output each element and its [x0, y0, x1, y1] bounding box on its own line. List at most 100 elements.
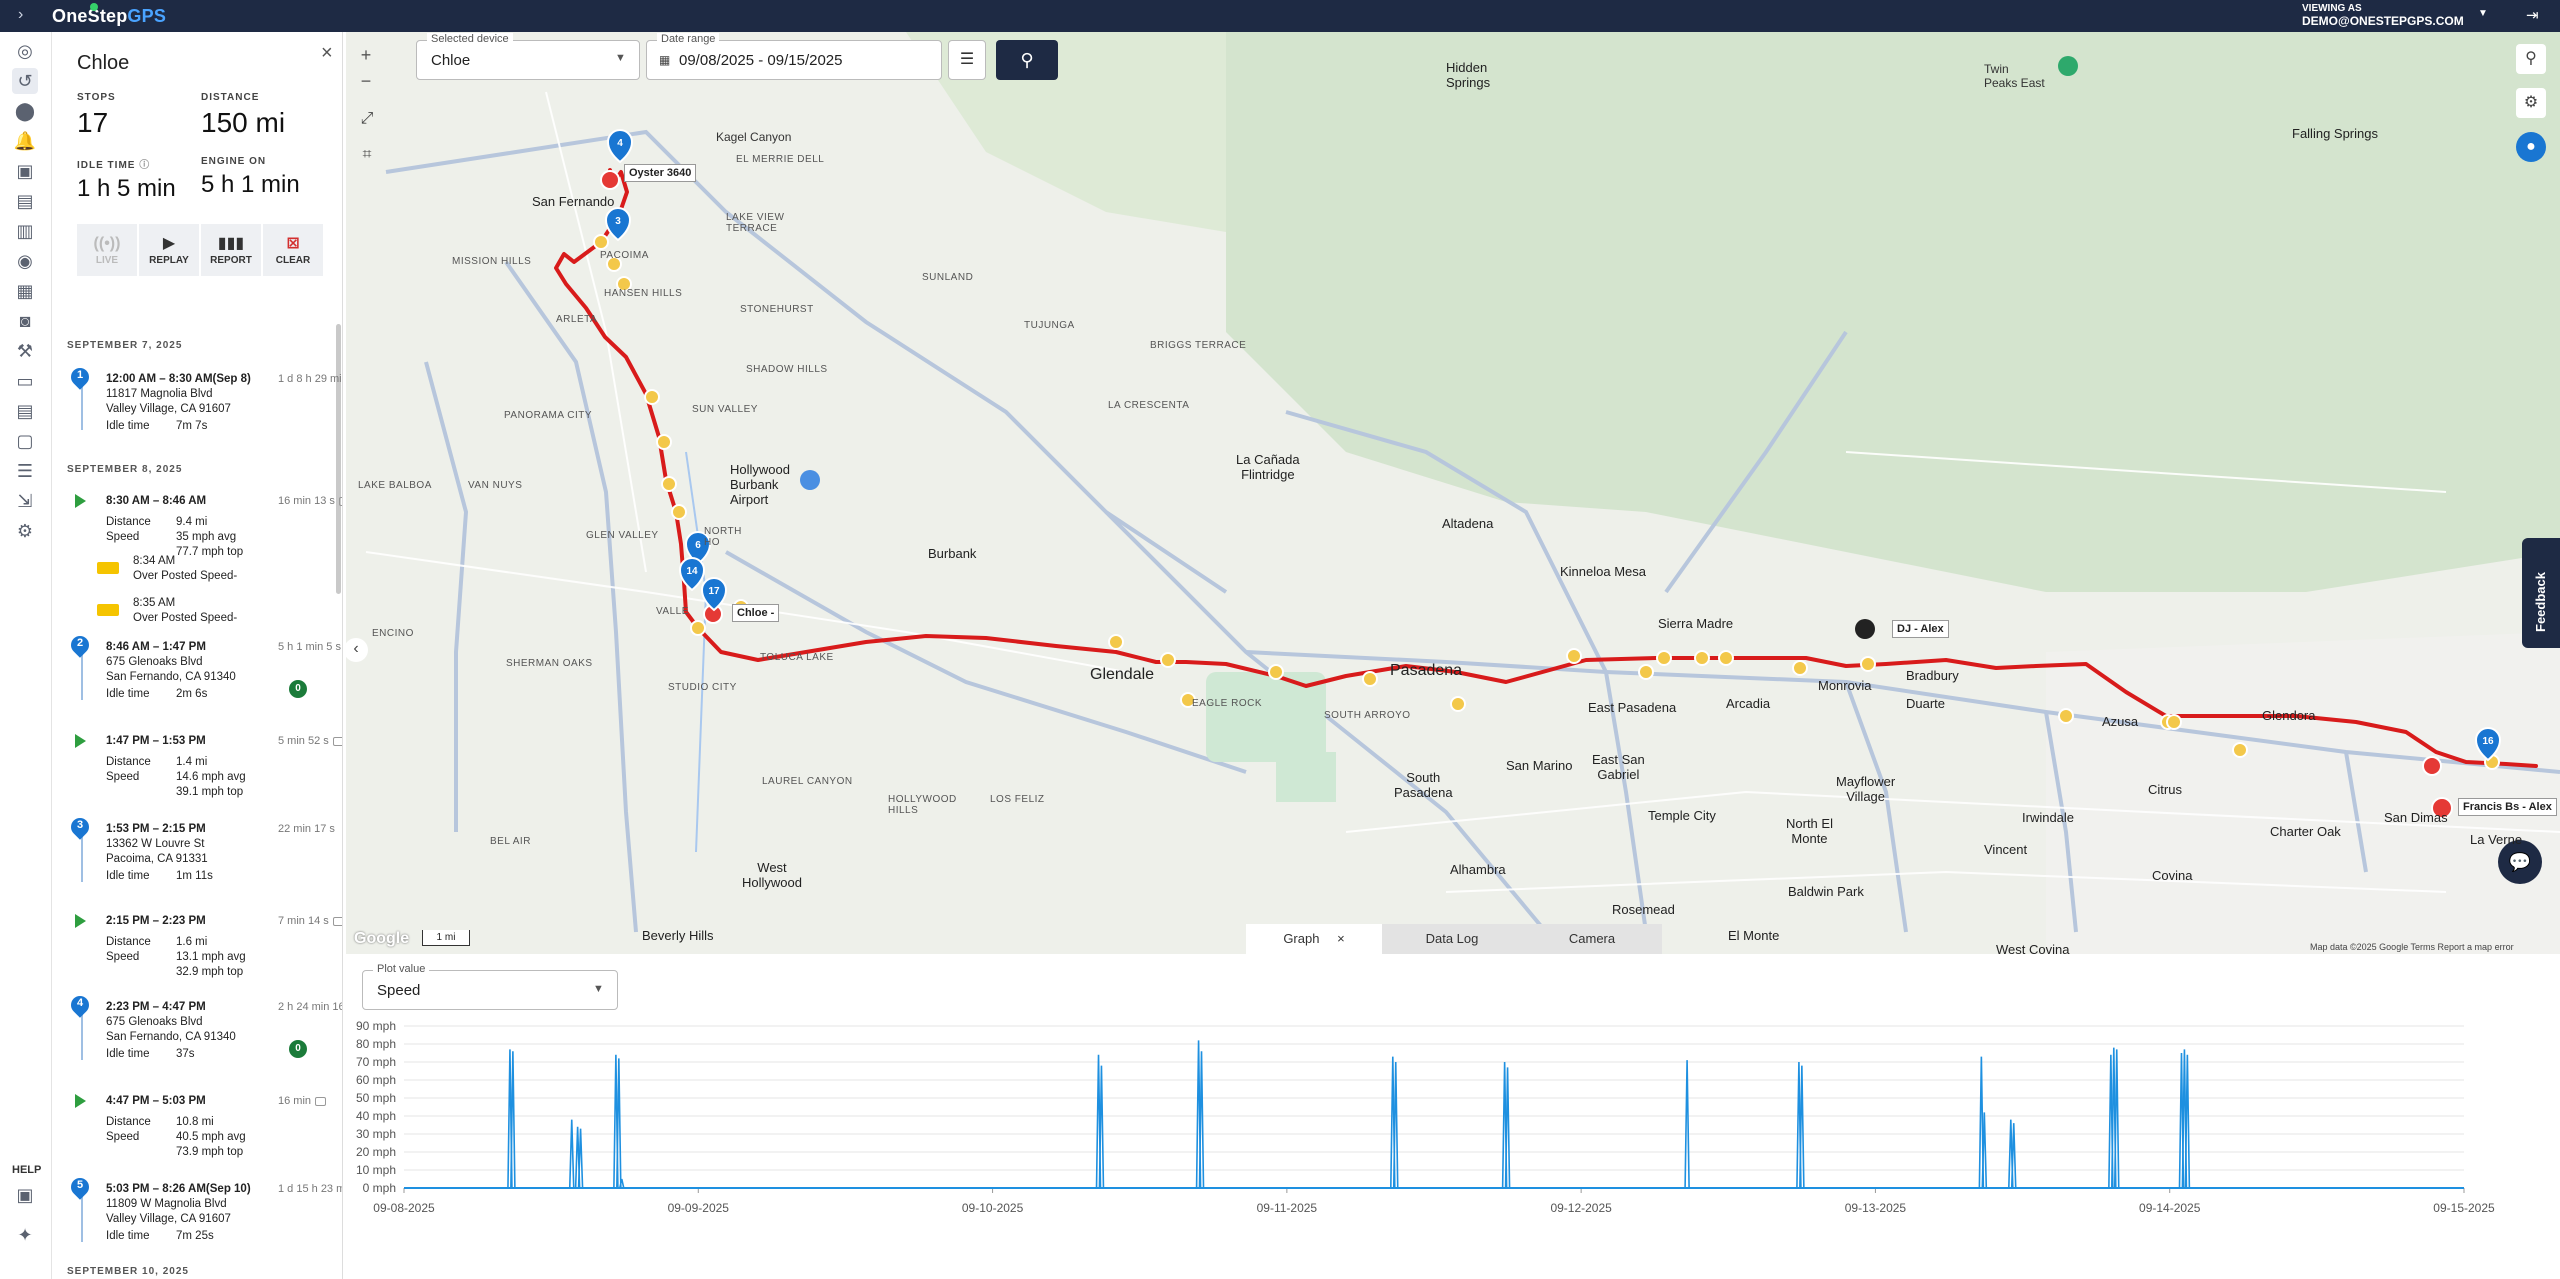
- chevron-down-icon: ▼: [615, 52, 626, 64]
- speeding-truck-icon: [97, 560, 123, 576]
- speed-chart[interactable]: 0 mph 10 mph 20 mph 30 mph 40 mph 50 mph 60 mp…: [346, 1014, 2560, 1279]
- import-icon[interactable]: ⇲: [12, 488, 38, 514]
- map-attribution[interactable]: Map data ©2025 Google Terms Report a map…: [2310, 942, 2514, 952]
- x-tick-label: 09-09-2025: [668, 1201, 730, 1215]
- sparkle-icon[interactable]: ✦: [12, 1222, 38, 1248]
- map-place-label: Citrus: [2148, 782, 2182, 797]
- day-header: SEPTEMBER 8, 2025: [67, 464, 183, 475]
- forms-icon[interactable]: ▤: [12, 398, 38, 424]
- trip-play-icon[interactable]: [75, 734, 86, 748]
- trip-play-icon[interactable]: [75, 494, 86, 508]
- vehicle-label[interactable]: DJ - Alex: [1892, 620, 1949, 638]
- map-place-label: Glendora: [2262, 708, 2316, 723]
- y-tick-label: 30 mph: [356, 1127, 396, 1141]
- stop-pin-3[interactable]: 3: [67, 814, 93, 846]
- status-badge: 0: [289, 680, 307, 698]
- speed-spike: [616, 1058, 622, 1189]
- zoom-in-button[interactable]: +: [354, 42, 378, 68]
- live-button[interactable]: ((•)) LIVE: [77, 224, 137, 276]
- trip-item[interactable]: 8:30 AM – 8:46 AM 16 min 13 s Distance 9.…: [106, 494, 342, 560]
- y-tick-label: 40 mph: [356, 1109, 396, 1123]
- account-caret-icon[interactable]: ▼: [2478, 8, 2488, 19]
- logbook-icon[interactable]: ▭: [12, 368, 38, 394]
- live-map-icon[interactable]: ◎: [12, 38, 38, 64]
- map-place-label: EAGLE ROCK: [1192, 698, 1263, 709]
- map-place-label: SHADOW HILLS: [746, 364, 828, 375]
- clipboard-icon[interactable]: ▤: [12, 188, 38, 214]
- tab-camera[interactable]: Camera: [1522, 924, 1662, 954]
- stop-item[interactable]: 5:03 PM – 8:26 AM(Sep 10) 1 d 15 h 23 mi…: [106, 1182, 342, 1244]
- play-icon: ▶: [162, 234, 176, 252]
- alert-item[interactable]: 8:34 AM Over Posted Speed-: [133, 554, 237, 584]
- sliders-icon: ☰: [959, 51, 975, 68]
- dashcam-icon[interactable]: ◉: [12, 248, 38, 274]
- map-scale[interactable]: 1 mi: [422, 930, 470, 946]
- map-place-label: LOS FELIZ: [990, 794, 1045, 805]
- help-chat-icon[interactable]: ▣: [12, 1182, 38, 1208]
- stop-pin-2[interactable]: 2: [67, 632, 93, 664]
- driver-badge-icon[interactable]: ▣: [12, 158, 38, 184]
- tools-icon[interactable]: ⚒: [12, 338, 38, 364]
- lasso-icon[interactable]: ⌗: [352, 140, 382, 170]
- date-range-field[interactable]: Date range ▦ 09/08/2025 - 09/15/2025: [646, 33, 942, 80]
- map[interactable]: 4 3 6 14 17 16 + − ⤢ ⌗ ‹ Selected device…: [346, 32, 2560, 954]
- map-place-label: STUDIO CITY: [668, 682, 737, 693]
- map-place-label: BEL AIR: [490, 836, 531, 847]
- stop-pin-5[interactable]: 5: [67, 1174, 93, 1206]
- zoom-out-button[interactable]: −: [354, 68, 378, 94]
- date-range-label: Date range: [657, 33, 720, 45]
- vehicle-label[interactable]: Chloe -: [732, 604, 780, 622]
- replay-button[interactable]: ▶ REPLAY: [139, 224, 199, 276]
- filter-button[interactable]: ☰: [948, 40, 986, 80]
- tab-graph[interactable]: Graph ×: [1246, 924, 1382, 954]
- location-pin-icon[interactable]: ⬤: [12, 98, 38, 124]
- alert-item[interactable]: 8:35 AM Over Posted Speed-: [133, 596, 237, 626]
- location-pin-icon[interactable]: ●: [2516, 132, 2546, 162]
- list-icon[interactable]: ☰: [12, 458, 38, 484]
- plot-value-select[interactable]: Plot value Speed ▼: [362, 963, 618, 1010]
- report-button[interactable]: ▮▮▮ REPORT: [201, 224, 261, 276]
- trip-item[interactable]: 1:47 PM – 1:53 PM 5 min 52 s Distance 1.4…: [106, 734, 342, 800]
- map-place-label: Mayflower Village: [1836, 774, 1896, 804]
- graph-panel: Plot value Speed ▼ 0 mph 10 mph 20 mph 30 m…: [346, 954, 2560, 1279]
- timeline-list[interactable]: SEPTEMBER 7, 2025 1 12:00 AM – 8:30 AM(S…: [53, 294, 342, 1279]
- logout-icon[interactable]: ⇥: [2526, 6, 2539, 24]
- y-tick-label: 10 mph: [356, 1163, 396, 1177]
- vehicle-label[interactable]: Francis Bs - Alex: [2458, 798, 2557, 816]
- speed-spike: [2184, 1054, 2191, 1189]
- camera-icon[interactable]: ◙: [12, 308, 38, 334]
- map-place-label: Temple City: [1648, 808, 1716, 823]
- map-search-icon[interactable]: ⚲: [2516, 44, 2546, 74]
- alerts-bell-icon[interactable]: 🔔: [12, 128, 38, 154]
- map-settings-gear-icon[interactable]: ⚙: [2516, 88, 2546, 118]
- monitor-icon[interactable]: ▢: [12, 428, 38, 454]
- trip-item[interactable]: 2:15 PM – 2:23 PM 7 min 14 s Distance 1.6…: [106, 914, 342, 980]
- viewing-as[interactable]: VIEWING AS DEMO@ONESTEPGPS.COM: [2302, 3, 2464, 27]
- search-button[interactable]: ⚲: [996, 40, 1058, 80]
- stop-item[interactable]: 12:00 AM – 8:30 AM(Sep 8) 1 d 8 h 29 min…: [106, 372, 342, 434]
- feedback-tab[interactable]: Feedback: [2522, 538, 2560, 648]
- history-icon[interactable]: ↺: [12, 68, 38, 94]
- trip-play-icon[interactable]: [75, 914, 86, 928]
- logo[interactable]: OneStepGPS: [52, 3, 166, 27]
- trip-play-icon[interactable]: [75, 1094, 86, 1108]
- map-place-label: San Fernando: [532, 194, 615, 209]
- stop-item[interactable]: 1:53 PM – 2:15 PM 22 min 17 s 13362 W Lo…: [106, 822, 336, 884]
- stop-pin-4[interactable]: 4: [67, 992, 93, 1024]
- x-tick-label: 09-15-2025: [2433, 1201, 2495, 1215]
- expand-chevron-icon[interactable]: ›: [18, 6, 23, 24]
- stop-pin-1[interactable]: 1: [67, 364, 93, 396]
- device-select[interactable]: Selected device Chloe ▼: [416, 33, 640, 80]
- trip-item[interactable]: 4:47 PM – 5:03 PM 16 min Distance 10.8 mi…: [106, 1094, 336, 1160]
- fullscreen-icon[interactable]: ⤢: [352, 104, 382, 134]
- maintenance-icon[interactable]: ▦: [12, 278, 38, 304]
- vehicle-label[interactable]: Oyster 3640: [624, 164, 697, 182]
- close-icon[interactable]: ×: [321, 42, 333, 65]
- settings-gear-icon[interactable]: ⚙: [12, 518, 38, 544]
- reports-chart-icon[interactable]: ▥: [12, 218, 38, 244]
- map-place-label: San Marino: [1506, 758, 1573, 773]
- clear-button[interactable]: ⊠ CLEAR: [263, 224, 323, 276]
- tab-data-log[interactable]: Data Log: [1382, 924, 1522, 954]
- timeline-scrollbar[interactable]: [336, 324, 341, 594]
- map-place-label: LAKE BALBOA: [358, 480, 432, 491]
